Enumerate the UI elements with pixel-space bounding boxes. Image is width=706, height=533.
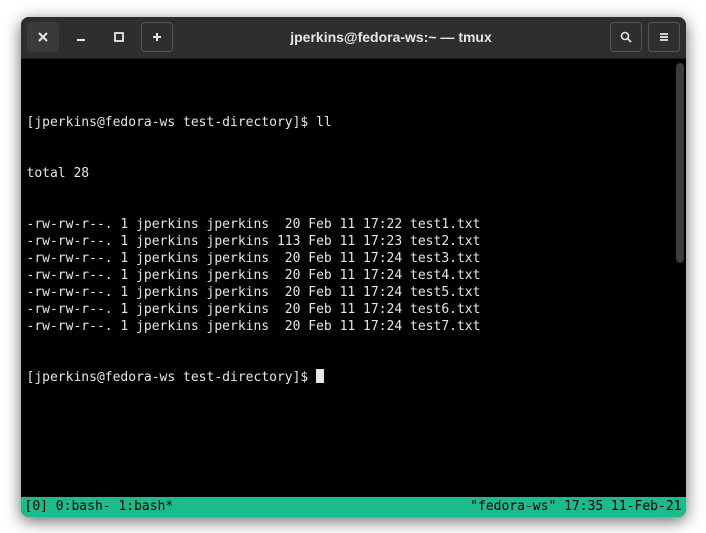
ls-row: -rw-rw-r--. 1 jperkins jperkins 113 Feb …: [27, 233, 680, 250]
output-total: total 28: [27, 165, 680, 182]
ls-row: -rw-rw-r--. 1 jperkins jperkins 20 Feb 1…: [27, 267, 680, 284]
titlebar: jperkins@fedora-ws:~ — tmux: [21, 17, 686, 59]
hamburger-icon: [657, 30, 671, 44]
ls-row: -rw-rw-r--. 1 jperkins jperkins 20 Feb 1…: [27, 216, 680, 233]
command-text: ll: [316, 115, 332, 130]
ls-output: -rw-rw-r--. 1 jperkins jperkins 20 Feb 1…: [27, 216, 680, 335]
status-right: "fedora-ws" 17:35 11-Feb-21: [470, 499, 681, 514]
ls-row: -rw-rw-r--. 1 jperkins jperkins 20 Feb 1…: [27, 284, 680, 301]
search-button[interactable]: [610, 22, 642, 52]
ls-row: -rw-rw-r--. 1 jperkins jperkins 20 Feb 1…: [27, 318, 680, 335]
maximize-button[interactable]: [103, 22, 135, 52]
plus-icon: [150, 30, 164, 44]
terminal-window: jperkins@fedora-ws:~ — tmux [jperkins@fe…: [21, 17, 686, 517]
ls-row: -rw-rw-r--. 1 jperkins jperkins 20 Feb 1…: [27, 301, 680, 318]
maximize-icon: [112, 30, 126, 44]
new-tab-button[interactable]: [141, 22, 173, 52]
cursor: [316, 369, 324, 383]
prompt: [jperkins@fedora-ws test-directory]$: [27, 115, 317, 130]
menu-button[interactable]: [648, 22, 680, 52]
minimize-icon: [74, 30, 88, 44]
status-left: [0] 0:bash- 1:bash*: [25, 499, 471, 514]
close-button[interactable]: [27, 22, 59, 52]
tmux-statusbar: [0] 0:bash- 1:bash* "fedora-ws" 17:35 11…: [21, 497, 686, 517]
minimize-button[interactable]: [65, 22, 97, 52]
scrollbar-thumb[interactable]: [676, 63, 684, 263]
terminal-viewport[interactable]: [jperkins@fedora-ws test-directory]$ ll …: [21, 59, 686, 497]
ls-row: -rw-rw-r--. 1 jperkins jperkins 20 Feb 1…: [27, 250, 680, 267]
prompt-waiting: [jperkins@fedora-ws test-directory]$: [27, 370, 317, 385]
search-icon: [619, 30, 633, 44]
window-title: jperkins@fedora-ws:~ — tmux: [179, 29, 604, 45]
close-icon: [36, 30, 50, 44]
